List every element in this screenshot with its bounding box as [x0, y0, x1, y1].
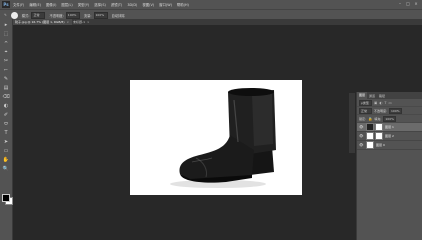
- menu-help[interactable]: 帮助(H): [177, 2, 189, 7]
- foreground-color-swatch[interactable]: [2, 194, 10, 202]
- mode-label: 模式:: [21, 13, 30, 18]
- tab-layers[interactable]: 图层: [357, 92, 368, 99]
- path-select-tool-icon[interactable]: ➤: [2, 139, 10, 146]
- tab-document-2[interactable]: 未标题-1 ×: [70, 19, 93, 25]
- layer-row-1[interactable]: 👁 图层 1: [357, 123, 422, 132]
- app-logo: Ps: [2, 1, 10, 8]
- layer-kind-filter[interactable]: ρ类型: [359, 99, 372, 106]
- hand-tool-icon[interactable]: ✋: [2, 157, 10, 164]
- layer-thumbnail: [366, 123, 374, 131]
- tab-channels[interactable]: 通道: [367, 94, 377, 98]
- pen-tool-icon[interactable]: ✐: [2, 112, 10, 119]
- layer-mask-thumbnail[interactable]: [375, 132, 383, 140]
- auto-erase-label[interactable]: 自动抹除: [112, 13, 125, 18]
- eraser-tool-icon[interactable]: ⌫: [2, 94, 10, 101]
- eye-icon[interactable]: 👁: [359, 143, 365, 147]
- panel-dock: [349, 93, 355, 153]
- move-tool-icon[interactable]: ▸: [2, 22, 10, 29]
- close-icon[interactable]: ×: [87, 20, 90, 24]
- marquee-tool-icon[interactable]: ⬚: [2, 31, 10, 38]
- brush-tool-icon[interactable]: ✎: [2, 76, 10, 83]
- lock-label: 锁定:: [359, 116, 367, 121]
- menu-window[interactable]: 窗口(W): [159, 2, 172, 7]
- quick-select-tool-icon[interactable]: ⌖: [2, 49, 10, 56]
- layer-opacity-input[interactable]: 100%: [389, 107, 403, 114]
- lasso-tool-icon[interactable]: ᴖ: [2, 40, 10, 47]
- tool-preset-icon[interactable]: ✎: [4, 13, 7, 17]
- type-tool-icon[interactable]: T: [2, 130, 10, 137]
- eye-icon[interactable]: 👁: [359, 134, 365, 138]
- tools-panel: ▸ ⬚ ᴖ ⌖ ✂ ⌐ ✎ ▤ ⌫ ◐ ✐ ⬭ T ➤ ▭ ✋ 🔍: [0, 19, 13, 240]
- eyedropper-tool-icon[interactable]: ⌐: [2, 67, 10, 74]
- lock-row: 锁定: 🔒 填充: 100%: [357, 115, 422, 123]
- panel-tabs: 图层 通道 路径: [357, 92, 422, 99]
- menu-view[interactable]: 视图(V): [142, 2, 154, 7]
- menu-layer[interactable]: 图层(L): [61, 2, 72, 7]
- layer-row-3[interactable]: 👁 图层 0: [357, 141, 422, 150]
- layer-row-2[interactable]: 👁 图层 2: [357, 132, 422, 141]
- shape-tool-icon[interactable]: ▭: [2, 148, 10, 155]
- close-icon[interactable]: ×: [66, 20, 69, 24]
- menu-select[interactable]: 选择(S): [94, 2, 106, 7]
- menu-3d[interactable]: 3D(D): [127, 3, 137, 7]
- layers-panel: 图层 通道 路径 ρ类型 ▣ ◐ T ▭ 正常 不透明度: 100% 锁定: 🔒…: [356, 92, 422, 240]
- menu-image[interactable]: 图像(I): [46, 2, 56, 7]
- menu-type[interactable]: 类型(Y): [78, 2, 90, 7]
- fill-label: 填充:: [374, 116, 382, 121]
- minimize-button[interactable]: –: [398, 2, 402, 6]
- menu-file[interactable]: 文件(F): [13, 2, 24, 7]
- layer-name[interactable]: 图层 2: [385, 134, 394, 138]
- opacity-label: 不透明度:: [374, 108, 388, 113]
- filter-adjust-icon[interactable]: ◐: [379, 101, 382, 105]
- lock-icon[interactable]: 🔒: [368, 117, 372, 121]
- opacity-input[interactable]: 100%: [65, 11, 80, 19]
- tab-document-1[interactable]: 靴子.jpg @ 16.7% (图层 1, RGB/8) ×: [12, 19, 72, 25]
- tab-label: 靴子.jpg @ 16.7% (图层 1, RGB/8): [15, 20, 65, 24]
- tab-paths[interactable]: 路径: [377, 94, 387, 98]
- maximize-button[interactable]: □: [406, 2, 410, 6]
- layer-name[interactable]: 图层 1: [385, 125, 394, 129]
- layer-mask-thumbnail[interactable]: [375, 123, 383, 131]
- tab-label: 未标题-1: [73, 20, 85, 24]
- dodge-tool-icon[interactable]: ⬭: [2, 121, 10, 128]
- boot-image: [170, 88, 276, 188]
- gradient-tool-icon[interactable]: ◐: [2, 103, 10, 110]
- menu-edit[interactable]: 编辑(E): [29, 2, 41, 7]
- layer-thumbnail: [366, 141, 374, 149]
- photoshop-window: Ps 文件(F) 编辑(E) 图像(I) 图层(L) 类型(Y) 选择(S) 滤…: [0, 0, 422, 240]
- zoom-tool-icon[interactable]: 🔍: [2, 166, 10, 173]
- menu-bar: Ps 文件(F) 编辑(E) 图像(I) 图层(L) 类型(Y) 选择(S) 滤…: [0, 0, 422, 9]
- blend-row: 正常 不透明度: 100%: [357, 107, 422, 115]
- fill-input[interactable]: 100%: [383, 115, 397, 122]
- flow-input[interactable]: 100%: [93, 11, 108, 19]
- blend-mode-select[interactable]: 正常: [359, 107, 372, 114]
- opacity-label: 不透明度:: [49, 13, 64, 18]
- layer-thumbnail: [366, 132, 374, 140]
- filter-type-icon[interactable]: T: [384, 101, 386, 105]
- eye-icon[interactable]: 👁: [359, 125, 365, 129]
- crop-tool-icon[interactable]: ✂: [2, 58, 10, 65]
- close-button[interactable]: ×: [414, 2, 418, 6]
- menu-filter[interactable]: 滤镜(T): [111, 2, 123, 7]
- mode-select[interactable]: 正常: [31, 11, 46, 19]
- stamp-tool-icon[interactable]: ▤: [2, 85, 10, 92]
- filter-shape-icon[interactable]: ▭: [389, 101, 392, 105]
- layer-filter-row: ρ类型 ▣ ◐ T ▭: [357, 99, 422, 107]
- document-canvas[interactable]: [130, 80, 302, 195]
- brush-preview-icon[interactable]: [10, 11, 18, 19]
- document-tab-bar: 靴子.jpg @ 16.7% (图层 1, RGB/8) × 未标题-1 ×: [12, 19, 422, 25]
- layer-name[interactable]: 图层 0: [376, 143, 385, 147]
- filter-image-icon[interactable]: ▣: [374, 101, 377, 105]
- flow-label: 流量:: [83, 13, 92, 18]
